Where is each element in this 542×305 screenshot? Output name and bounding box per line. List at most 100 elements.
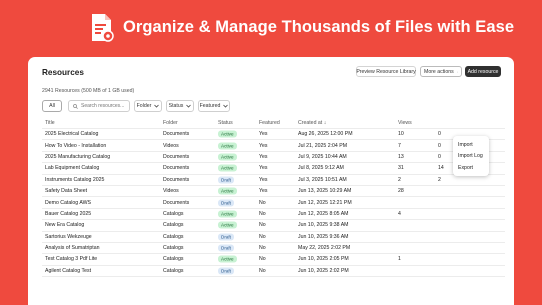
search-input[interactable]	[81, 103, 129, 109]
status-filter[interactable]: Status	[166, 100, 194, 112]
search-box[interactable]	[68, 100, 130, 112]
row-status: Active	[218, 210, 237, 218]
row-folder: Catalogs	[163, 233, 184, 240]
row-featured: No	[259, 210, 266, 217]
table-row[interactable]: How To Video - Installation Videos Active Y…	[42, 140, 505, 152]
row-status: Draft	[218, 176, 234, 184]
row-title: 2025 Manufacturing Catalog	[45, 153, 111, 160]
table-row[interactable]: Sartorius Wekzeuge Catalogs Draft No Jun 10,…	[42, 232, 505, 243]
folder-filter-label: Folder	[136, 103, 152, 109]
table-row[interactable]: New Era Catalog Catalogs Active No Jun 10, 2…	[42, 220, 505, 232]
row-featured: Yes	[259, 188, 268, 195]
table-row[interactable]: 2025 Manufacturing Catalog Documents Activ…	[42, 152, 505, 164]
row-created-at: Jun 12, 2025 8:05 AM	[298, 210, 349, 217]
filter-all-tab[interactable]: All	[42, 100, 62, 112]
row-views: 28	[398, 188, 404, 195]
column-header-views[interactable]: Views	[398, 120, 412, 126]
row-folder: Documents	[163, 153, 190, 160]
status-badge: Draft	[218, 199, 234, 207]
chevron-down-icon	[456, 71, 458, 72]
row-created-at: Jun 12, 2025 12:21 PM	[298, 199, 352, 206]
row-extra-count: 14	[438, 165, 444, 172]
table-body: 2025 Electrical Catalog Documents Active Ye…	[42, 129, 505, 278]
status-badge: Active	[218, 153, 237, 161]
row-status: Active	[218, 221, 237, 229]
folder-filter[interactable]: Folder	[134, 100, 162, 112]
row-folder: Catalogs	[163, 222, 184, 229]
row-views: 10	[398, 131, 404, 138]
row-featured: No	[259, 267, 266, 274]
row-folder: Catalogs	[163, 245, 184, 252]
preview-library-button[interactable]: Preview Resource Library	[356, 66, 416, 77]
status-badge: Active	[218, 130, 237, 138]
status-badge: Active	[218, 255, 237, 263]
row-created-at: Jun 10, 2025 9:38 AM	[298, 222, 349, 229]
document-settings-icon	[92, 14, 114, 42]
table-row[interactable]: Demo Catalog AWS Documents Draft No Jun 12, …	[42, 197, 505, 209]
row-extra-count: 2	[438, 176, 441, 183]
row-views: 4	[398, 210, 401, 217]
row-views: 1	[398, 256, 401, 263]
chevron-down-icon	[223, 104, 229, 108]
table-header: Title Folder Status Featured Created at …	[42, 117, 505, 129]
row-title: Analysis of Sumatriptan	[45, 245, 100, 252]
row-extra-count: 0	[438, 131, 441, 138]
column-header-featured[interactable]: Featured	[259, 120, 280, 126]
column-header-folder[interactable]: Folder	[163, 120, 178, 126]
table-row[interactable]: Instruments Catalog 2025 Documents Draft Ye…	[42, 175, 505, 186]
column-header-created[interactable]: Created at ↓	[298, 120, 326, 126]
row-title: How To Video - Installation	[45, 142, 107, 149]
row-title: New Era Catalog	[45, 222, 85, 229]
status-badge: Active	[218, 164, 237, 172]
more-actions-button[interactable]: More actions	[420, 66, 462, 77]
row-featured: No	[259, 199, 266, 206]
add-resource-button[interactable]: Add resource	[465, 66, 501, 77]
menu-item-import-log[interactable]: Import Log	[453, 151, 489, 163]
featured-filter[interactable]: Featured	[198, 100, 230, 112]
row-status: Active	[218, 130, 237, 138]
row-created-at: Jul 9, 2025 10:44 AM	[298, 153, 347, 160]
menu-item-import[interactable]: Import	[453, 139, 489, 151]
row-status: Draft	[218, 233, 234, 241]
row-featured: Yes	[259, 131, 268, 138]
row-title: Sartorius Wekzeuge	[45, 233, 92, 240]
status-badge: Draft	[218, 233, 234, 241]
row-featured: No	[259, 256, 266, 263]
row-title: Agilent Catalog Test	[45, 267, 92, 274]
row-status: Active	[218, 142, 237, 150]
more-actions-menu: Import Import Log Export	[453, 136, 489, 176]
table-row[interactable]: 2025 Electrical Catalog Documents Active Ye…	[42, 129, 505, 141]
row-views: 13	[398, 153, 404, 160]
row-created-at: Jun 10, 2025 9:36 AM	[298, 233, 349, 240]
table-row[interactable]: Agilent Catalog Test Catalogs Draft No Jun 1…	[42, 266, 505, 278]
column-header-status[interactable]: Status	[218, 120, 233, 126]
row-created-at: Jun 13, 2025 10:29 AM	[298, 188, 352, 195]
row-featured: No	[259, 245, 266, 252]
row-folder: Catalogs	[163, 267, 184, 274]
table-row[interactable]: Test Catalog 3 Pdf Lite Catalogs Active No J…	[42, 254, 505, 266]
banner-title: Organize & Manage Thousands of Files wit…	[123, 18, 515, 36]
row-featured: No	[259, 233, 266, 240]
row-status: Active	[218, 153, 237, 161]
status-badge: Active	[218, 210, 237, 218]
row-title: Safety Data Sheet	[45, 188, 88, 195]
more-actions-label: More actions	[424, 68, 454, 75]
chevron-down-icon	[186, 104, 192, 108]
row-title: Demo Catalog AWS	[45, 199, 91, 206]
table-row[interactable]: Lab Equipment Catalog Documents Active Yes J…	[42, 163, 505, 175]
table-row[interactable]: Safety Data Sheet Videos Active Yes Jun 13, …	[42, 186, 505, 198]
column-header-title[interactable]: Title	[45, 120, 55, 126]
row-title: Lab Equipment Catalog	[45, 165, 100, 172]
table-row[interactable]: Bauer Catalog 2025 Catalogs Active No Jun 12…	[42, 209, 505, 221]
table-row[interactable]: Analysis of Sumatriptan Catalogs Draft No Ma…	[42, 243, 505, 255]
menu-item-export[interactable]: Export	[453, 162, 489, 174]
row-extra-count: 0	[438, 142, 441, 149]
row-featured: Yes	[259, 165, 268, 172]
row-status: Active	[218, 255, 237, 263]
resources-table: Title Folder Status Featured Created at …	[42, 117, 505, 278]
row-views: 2	[398, 176, 401, 183]
row-featured: Yes	[259, 142, 268, 149]
row-created-at: Jul 8, 2025 9:12 AM	[298, 165, 344, 172]
row-folder: Documents	[163, 199, 190, 206]
row-status: Draft	[218, 244, 234, 252]
